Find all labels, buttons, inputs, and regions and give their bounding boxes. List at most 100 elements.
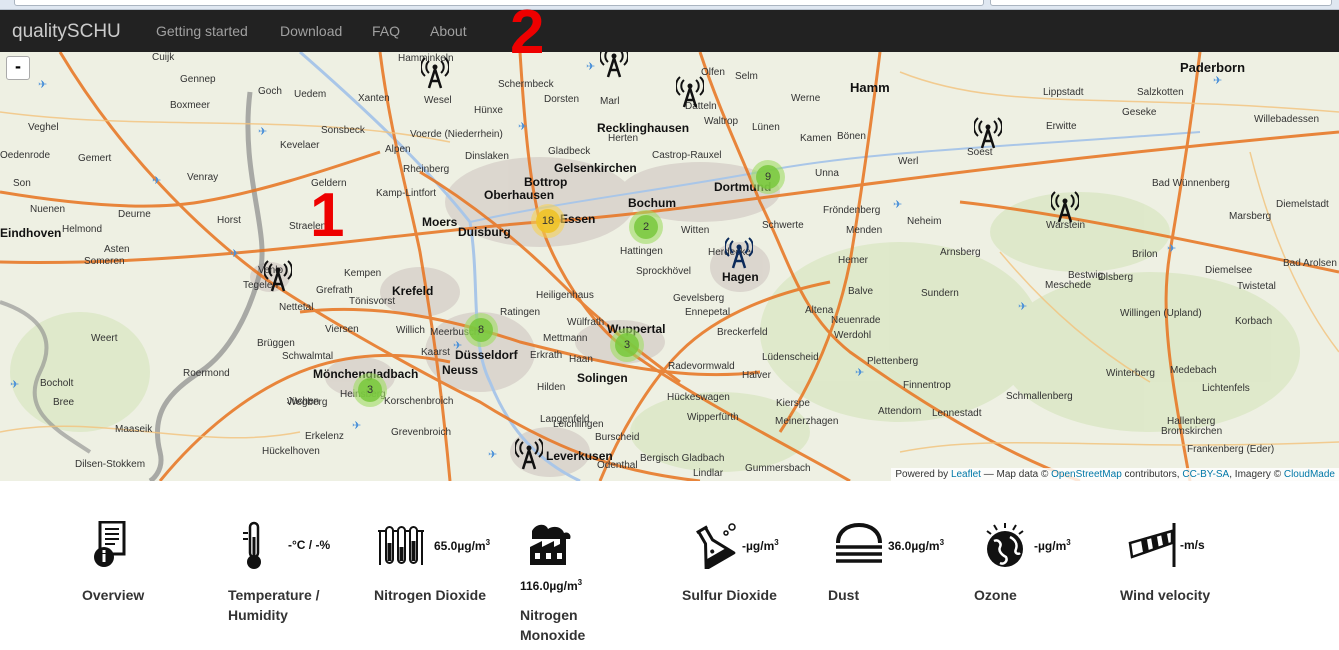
annotation-marker: 1	[310, 181, 345, 250]
station-tower-icon[interactable]	[600, 52, 628, 78]
map-label: Nettetal	[279, 302, 314, 313]
map-attribution: Powered by Leaflet — Map data © OpenStre…	[891, 468, 1339, 481]
map-label-duesseldorf: Düsseldorf	[455, 348, 518, 362]
metric-label: Temperature / Humidity	[228, 587, 320, 623]
marker-cluster[interactable]: 9	[751, 160, 785, 194]
map-label: Menden	[846, 225, 883, 236]
map-label: Dinslaken	[465, 151, 509, 162]
map-label: Ratingen	[500, 307, 541, 318]
map-label: Halver	[742, 370, 771, 381]
airport-icon: ✈	[1018, 301, 1028, 313]
metric-value-text: 116.0µg/m	[520, 579, 578, 593]
station-tower-icon[interactable]	[515, 438, 543, 470]
airport-icon: ✈	[1167, 243, 1177, 255]
map-label-duisburg: Duisburg	[458, 225, 511, 239]
airport-icon: ✈	[893, 199, 903, 211]
map-label-essen: Essen	[560, 212, 596, 226]
station-tower-icon[interactable]	[1051, 191, 1079, 223]
marker-cluster[interactable]: 18	[531, 204, 565, 238]
openstreetmap-link[interactable]: OpenStreetMap	[1051, 469, 1122, 480]
map-label: Unna	[815, 168, 839, 179]
map-label: Someren	[84, 256, 125, 267]
metric-dust[interactable]: 36.0µg/m3 Dust	[828, 521, 968, 611]
cloudmade-link[interactable]: CloudMade	[1284, 469, 1335, 480]
map-label: Roermond	[183, 368, 230, 379]
map-label: Finnentrop	[903, 380, 951, 391]
nav-getting-started[interactable]: Getting started	[156, 23, 248, 39]
zoom-out-button[interactable]: -	[6, 56, 30, 80]
top-navbar: qualitySCHU Getting started Download FAQ…	[0, 10, 1339, 53]
nav-about[interactable]: About	[430, 23, 467, 39]
map-label: Gladbeck	[548, 146, 591, 157]
metric-nitrogen-dioxide[interactable]: 65.0µg/m3 Nitrogen Dioxide	[374, 521, 504, 611]
nav-faq[interactable]: FAQ	[372, 23, 400, 39]
map-label: Sonsbeck	[321, 125, 365, 136]
metric-value: -µg/m3	[1034, 538, 1071, 553]
marker-cluster[interactable]: 2	[629, 210, 663, 244]
airport-icon: ✈	[453, 340, 463, 352]
station-tower-icon[interactable]	[676, 76, 704, 108]
marker-cluster[interactable]: 3	[610, 328, 644, 362]
map-label: Tönisvorst	[349, 296, 396, 307]
airport-icon: ✈	[518, 121, 528, 133]
station-tower-icon[interactable]	[725, 237, 753, 269]
metric-value: 116.0µg/m3	[520, 578, 582, 593]
map-label: Balve	[848, 286, 874, 297]
map-label: Kierspe	[776, 398, 810, 409]
metric-nitrogen-monoxide[interactable]: 116.0µg/m3 Nitrogen Monoxide	[520, 521, 620, 647]
address-bar[interactable]	[14, 0, 984, 6]
map-label: Lindlar	[693, 468, 724, 479]
airport-icon: ✈	[230, 248, 240, 260]
map-label: Werne	[791, 93, 821, 104]
map-label: Rheinberg	[403, 164, 450, 175]
nav-download[interactable]: Download	[280, 23, 342, 39]
map-label: Sundern	[921, 288, 959, 299]
thermometer-icon	[240, 521, 266, 576]
leaflet-link[interactable]: Leaflet	[951, 469, 981, 480]
map-label: Grevenbroich	[391, 427, 452, 438]
map-label: Marsberg	[1229, 211, 1272, 222]
map-view[interactable]: Hamm Paderborn Dortmund Bochum Essen Obe…	[0, 52, 1339, 481]
station-tower-icon[interactable]	[974, 117, 1002, 149]
map-label: Neheim	[907, 216, 942, 227]
map-label: Medebach	[1170, 365, 1217, 376]
marker-cluster[interactable]: 8	[464, 313, 498, 347]
map-label-eindhoven: Eindhoven	[0, 226, 62, 240]
brand-logo[interactable]: qualitySCHU	[12, 21, 121, 43]
map-label: Waltrop	[704, 116, 739, 127]
map-label: Xanten	[358, 93, 390, 104]
map-label: Oedenrode	[0, 150, 51, 161]
map-label: Brilon	[1132, 249, 1158, 260]
document-info-icon	[92, 520, 134, 574]
map-label: Boxmeer	[170, 100, 211, 111]
metric-sulfur-dioxide[interactable]: -µg/m3 Sulfur Dioxide	[682, 521, 812, 611]
map-label-paderborn: Paderborn	[1180, 60, 1246, 75]
metric-wind-velocity[interactable]: -m/s Wind velocity	[1120, 521, 1250, 611]
station-tower-icon[interactable]	[264, 260, 292, 292]
metric-value-unit-exponent: 3	[577, 578, 583, 587]
map-label: Salzkotten	[1137, 87, 1184, 98]
cluster-count: 3	[615, 333, 639, 357]
map-label: Hilden	[537, 382, 566, 393]
metric-ozone[interactable]: -µg/m3 Ozone	[974, 521, 1104, 611]
metric-value: -m/s	[1180, 538, 1205, 552]
metric-temperature-humidity[interactable]: -°C / -% Temperature / Humidity	[228, 521, 358, 623]
browser-search-field[interactable]	[990, 0, 1332, 6]
map-label: Geseke	[1122, 107, 1157, 118]
airport-icon: ✈	[855, 367, 865, 379]
cluster-count: 9	[756, 165, 780, 189]
map-label: Marl	[600, 96, 620, 107]
metric-overview[interactable]: Overview	[82, 520, 202, 611]
metric-value-text: 65.0µg/m	[434, 539, 486, 553]
map-label: Dorsten	[544, 94, 580, 105]
annotation-marker: 2	[510, 0, 545, 67]
map-label: Hückelhoven	[262, 446, 320, 457]
airport-icon: ✈	[38, 79, 48, 91]
station-tower-icon[interactable]	[421, 57, 449, 89]
map-label: Plettenberg	[867, 356, 919, 367]
license-link[interactable]: CC-BY-SA	[1182, 469, 1229, 480]
map-label-bochum: Bochum	[628, 196, 676, 210]
marker-cluster[interactable]: 3	[353, 373, 387, 407]
metric-label: Ozone	[974, 587, 1017, 603]
airport-icon: ✈	[10, 379, 20, 391]
